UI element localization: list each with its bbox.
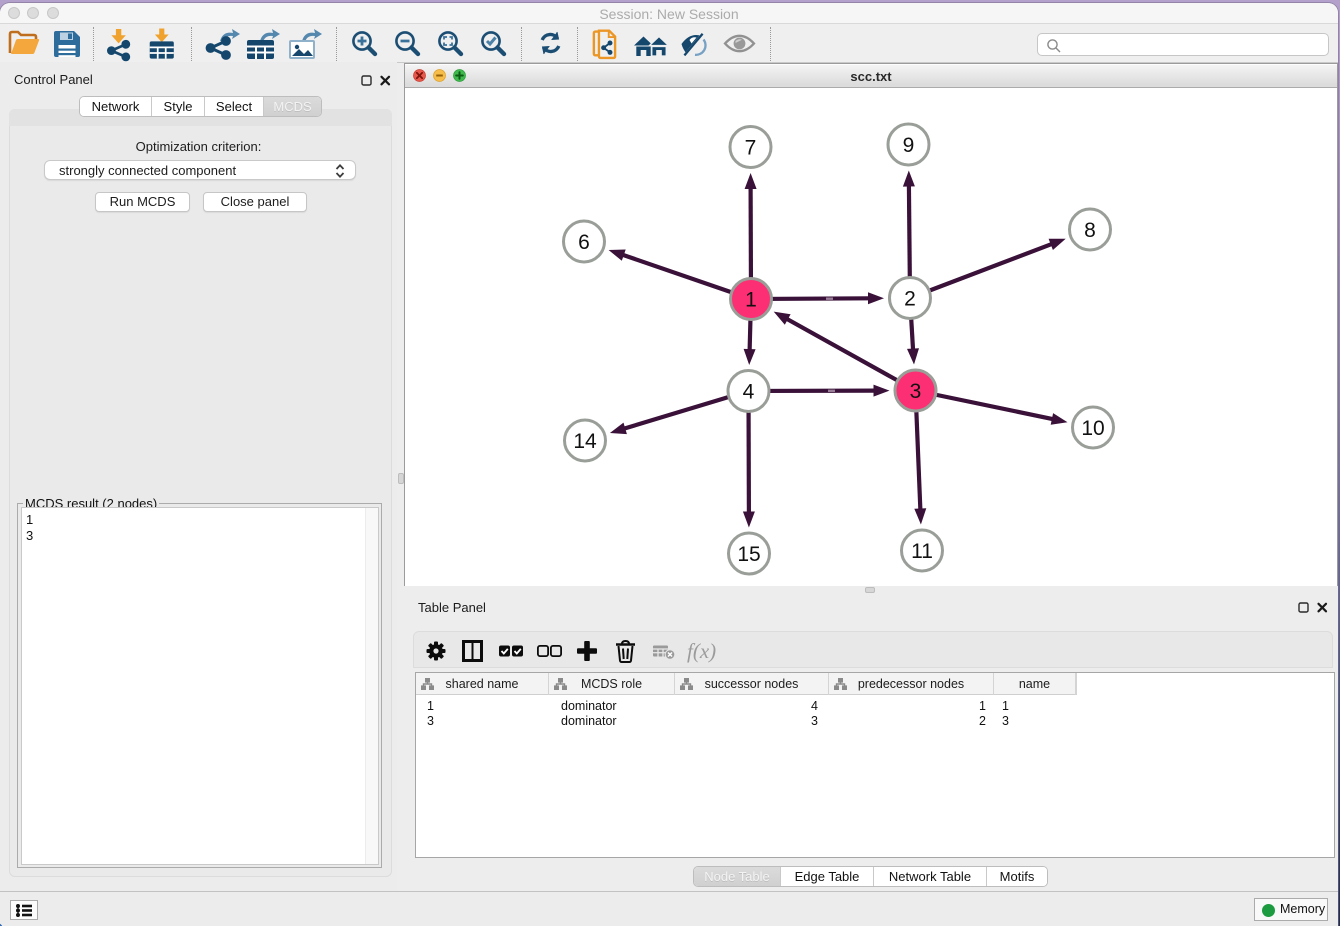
svg-text:14: 14 <box>573 430 597 453</box>
svg-text:15: 15 <box>737 543 760 566</box>
svg-text:8: 8 <box>1084 219 1096 242</box>
svg-text:f(x): f(x) <box>687 639 716 663</box>
svg-text:7: 7 <box>745 137 757 160</box>
svg-text:2: 2 <box>904 288 916 311</box>
svg-text:3: 3 <box>910 380 922 403</box>
svg-text:4: 4 <box>743 381 755 404</box>
svg-text:10: 10 <box>1081 417 1104 440</box>
svg-text:6: 6 <box>578 231 590 254</box>
svg-text:9: 9 <box>903 134 915 157</box>
svg-text:1: 1 <box>745 289 757 312</box>
svg-text:11: 11 <box>911 540 933 563</box>
